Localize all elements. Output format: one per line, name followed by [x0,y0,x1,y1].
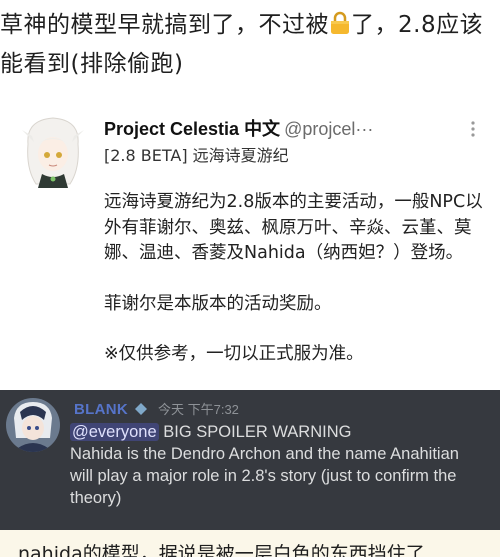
account-handle[interactable]: @projcel··· [284,119,373,139]
discord-message-body: @everyone BIG SPOILER WARNING Nahida is … [70,421,490,509]
discord-line-4: theory) [70,489,122,507]
discord-username[interactable]: BLANK [74,401,128,418]
avatar[interactable] [18,114,88,194]
more-vertical-icon[interactable] [466,118,480,142]
post-text-line1b: 了，2.8应该 [351,12,484,38]
bottom-caption: nahida的模型，据说是被一层白色的东西挡住了 [18,543,425,557]
bottom-caption-strip: nahida的模型，据说是被一层白色的东西挡住了 [0,530,500,557]
tweet-paragraph-1: 远海诗夏游纪为2.8版本的主要活动，一般NPC以外有菲谢尔、奥兹、枫原万叶、辛焱… [104,192,483,263]
discord-message: BLANK 今天 下午7:32 @everyone BIG SPOILER WAR… [0,390,500,530]
bot-badge-icon [134,402,148,416]
post-text-line1a: 草神的模型早就搞到了，不过被 [0,12,329,38]
post-text-line2: 能看到(排除偷跑) [0,51,184,77]
discord-line-2: Nahida is the Dendro Archon and the name… [70,445,459,463]
account-name[interactable]: Project Celestia 中文 [104,119,280,139]
tweet-header: Project Celestia 中文 @projcel··· [104,118,464,140]
tweet-subtitle: [2.8 BETA] 远海诗夏游纪 [104,146,289,165]
tweet-card: Project Celestia 中文 @projcel··· [2.8 BETA… [0,98,500,390]
post-text: 草神的模型早就搞到了，不过被 了，2.8应该 能看到(排除偷跑) [0,6,500,84]
discord-avatar[interactable] [6,398,60,452]
everyone-mention[interactable]: @everyone [70,423,159,441]
tweet-paragraph-3: ※仅供参考，一切以正式服为准。 [104,344,364,364]
tweet-body: 远海诗夏游纪为2.8版本的主要活动，一般NPC以外有菲谢尔、奥兹、枫原万叶、辛焱… [104,190,488,368]
discord-timestamp: 今天 下午7:32 [158,402,239,417]
discord-line-1: BIG SPOILER WARNING [158,423,352,441]
discord-message-header: BLANK 今天 下午7:32 [74,399,239,419]
discord-line-3: will play a major role in 2.8's story (j… [70,467,457,485]
tweet-paragraph-2: 菲谢尔是本版本的活动奖励。 [104,293,332,314]
lock-icon [329,9,351,34]
